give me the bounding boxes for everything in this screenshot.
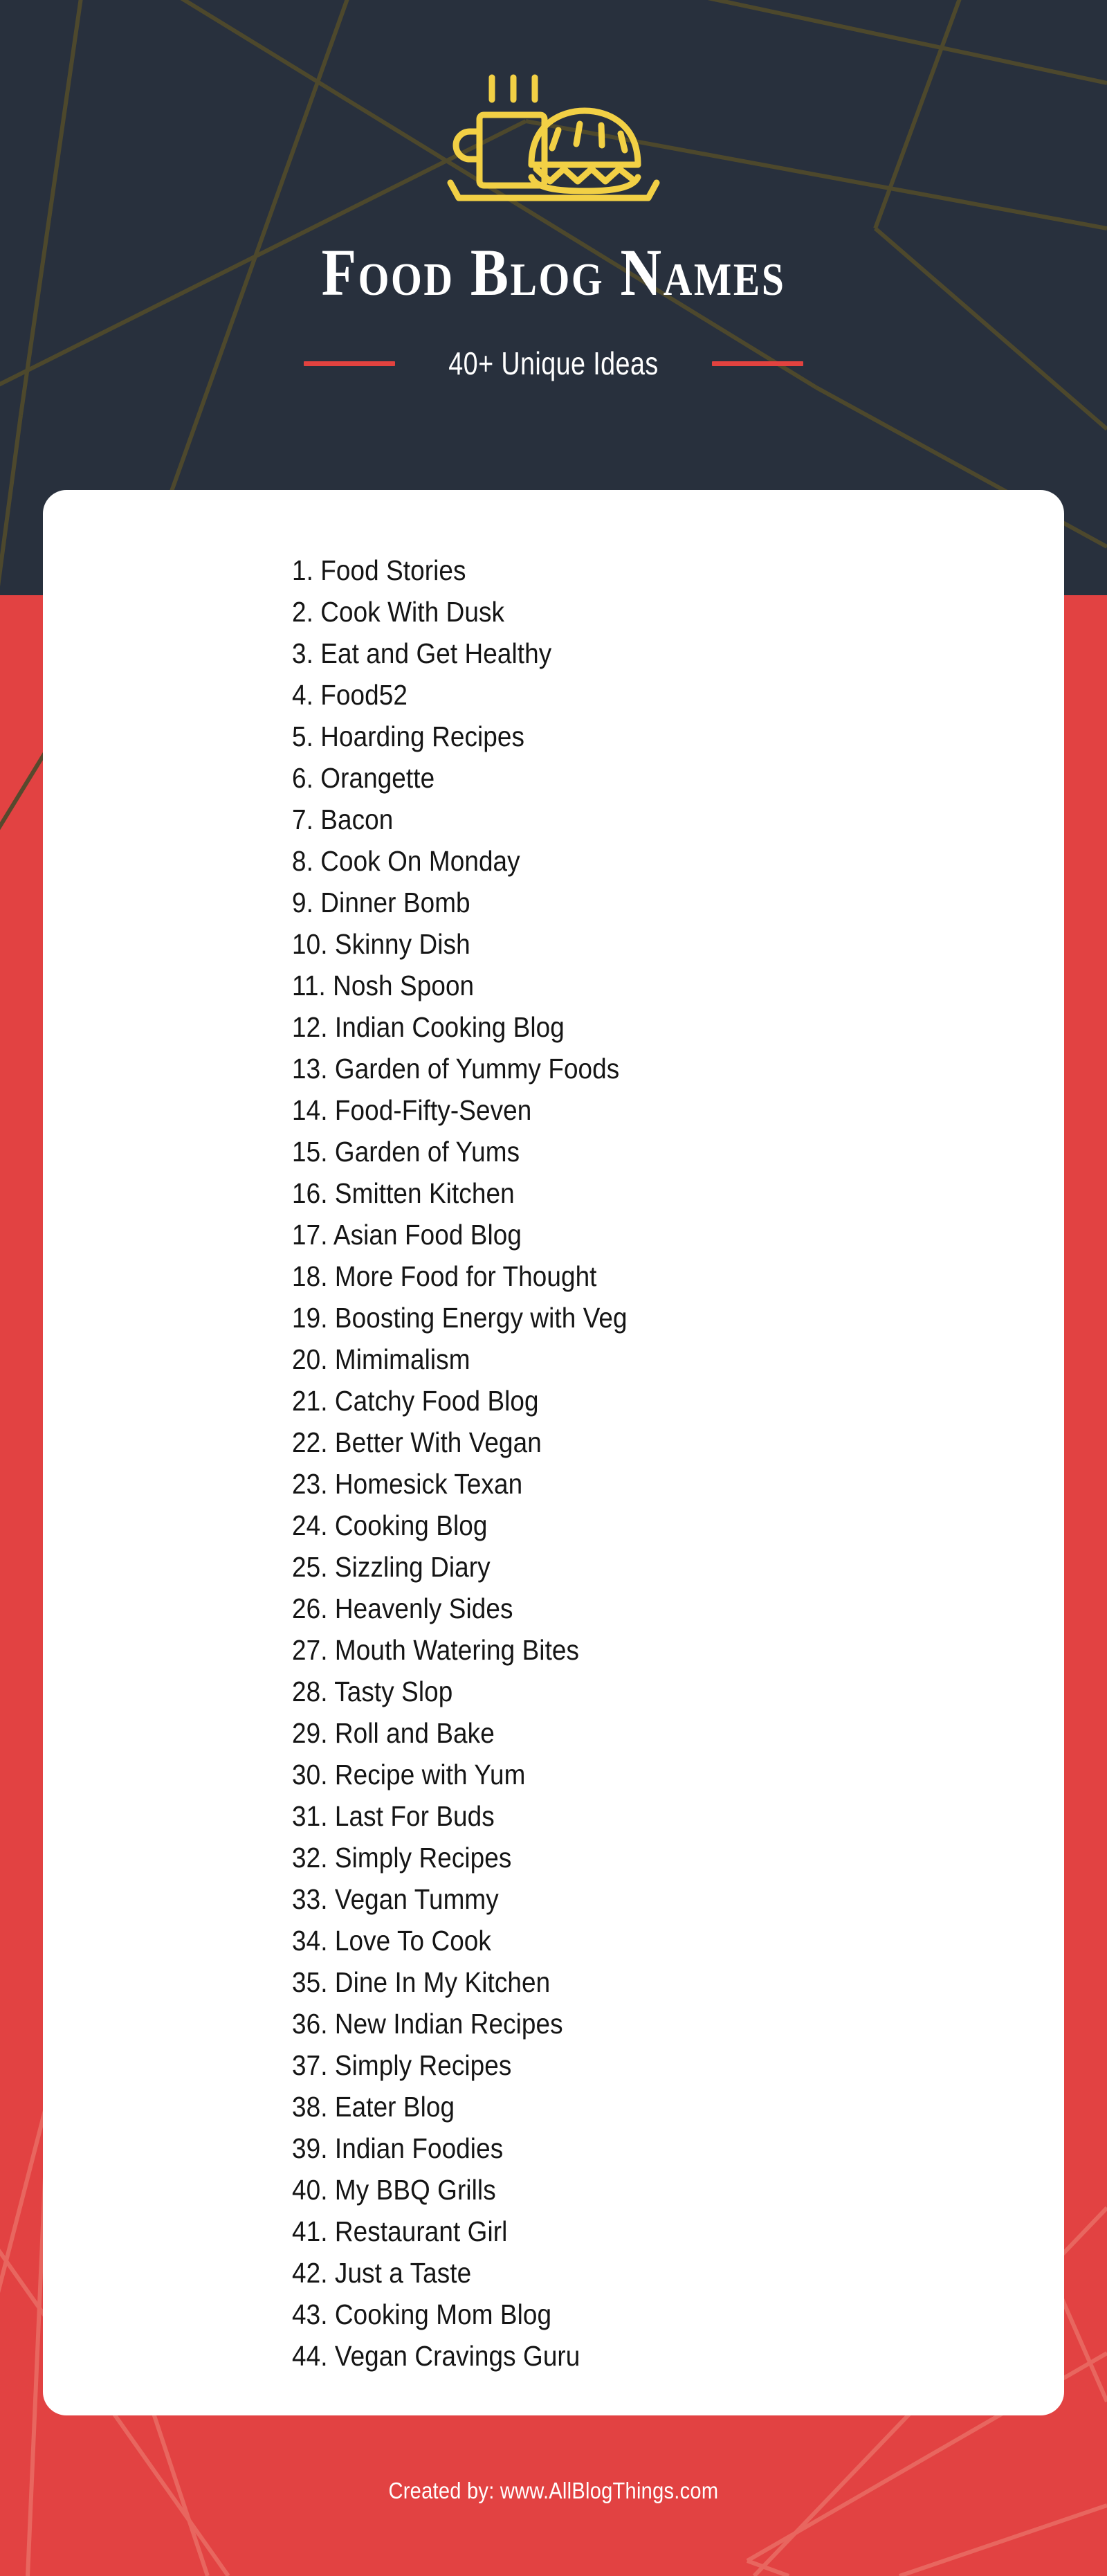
list-item: 5. Hoarding Recipes — [292, 720, 525, 752]
list-item: 22. Better With Vegan — [292, 1426, 542, 1458]
list-item: 26. Heavenly Sides — [292, 1593, 513, 1624]
subtitle-row: 40+ Unique Ideas — [304, 347, 803, 379]
list-item: 3. Eat and Get Healthy — [292, 637, 552, 669]
list-item: 34. Love To Cook — [292, 1925, 491, 1957]
list-item: 6. Orangette — [292, 762, 435, 794]
list-item: 38. Eater Blog — [292, 2091, 455, 2123]
list-item: 40. My BBQ Grills — [292, 2174, 496, 2206]
list-item: 11. Nosh Spoon — [292, 970, 475, 1001]
list-item: 33. Vegan Tummy — [292, 1883, 499, 1915]
list-item: 42. Just a Taste — [292, 2257, 472, 2289]
list-item: 31. Last For Buds — [292, 1800, 495, 1832]
list-item: 30. Recipe with Yum — [292, 1759, 526, 1790]
list-item: 15. Garden of Yums — [292, 1136, 520, 1168]
list-item: 32. Simply Recipes — [292, 1842, 512, 1874]
list-item: 39. Indian Foodies — [292, 2132, 504, 2164]
subtitle-rule-right — [711, 361, 803, 366]
footer: Created by: www.AllBlogThings.com — [0, 2478, 1107, 2504]
list-item: 23. Homesick Texan — [292, 1468, 523, 1500]
list-item: 43. Cooking Mom Blog — [292, 2298, 552, 2330]
list-item: 14. Food-Fifty-Seven — [292, 1094, 532, 1126]
list-item: 27. Mouth Watering Bites — [292, 1634, 580, 1666]
list-item: 29. Roll and Bake — [292, 1717, 495, 1749]
food-blog-name-list: 1. Food Stories 2. Cook With Dusk 3. Eat a… — [292, 550, 1064, 2377]
list-item: 37. Simply Recipes — [292, 2049, 512, 2081]
list-item: 36. New Indian Recipes — [292, 2008, 563, 2040]
list-item: 19. Boosting Energy with Veg — [292, 1302, 628, 1334]
footer-credit: Created by: www.AllBlogThings.com — [388, 2478, 719, 2503]
list-item: 2. Cook With Dusk — [292, 596, 505, 628]
list-item: 16. Smitten Kitchen — [292, 1177, 515, 1209]
list-item: 17. Asian Food Blog — [292, 1219, 522, 1251]
list-item: 35. Dine In My Kitchen — [292, 1966, 551, 1998]
list-item: 10. Skinny Dish — [292, 928, 470, 960]
names-card: 1. Food Stories 2. Cook With Dusk 3. Eat a… — [43, 490, 1064, 2415]
list-item: 12. Indian Cooking Blog — [292, 1011, 565, 1043]
subtitle-rule-left — [304, 361, 396, 366]
list-item: 41. Restaurant Girl — [292, 2215, 508, 2247]
list-item: 20. Mimimalism — [292, 1343, 470, 1375]
list-item: 24. Cooking Blog — [292, 1509, 488, 1541]
list-item: 9. Dinner Bomb — [292, 887, 470, 918]
list-item: 8. Cook On Monday — [292, 845, 520, 877]
list-item: 13. Garden of Yummy Foods — [292, 1053, 620, 1085]
page-title: Food Blog Names — [321, 235, 786, 309]
list-item: 18. More Food for Thought — [292, 1260, 597, 1292]
subtitle-text: 40+ Unique Ideas — [448, 345, 659, 381]
coffee-cup-and-bread-icon — [447, 74, 660, 201]
list-item: 4. Food52 — [292, 679, 408, 711]
list-item: 7. Bacon — [292, 804, 394, 835]
list-item: 25. Sizzling Diary — [292, 1551, 491, 1583]
list-item: 1. Food Stories — [292, 554, 466, 586]
list-item: 44. Vegan Cravings Guru — [292, 2340, 580, 2372]
list-item: 28. Tasty Slop — [292, 1676, 453, 1707]
list-item: 21. Catchy Food Blog — [292, 1385, 539, 1417]
